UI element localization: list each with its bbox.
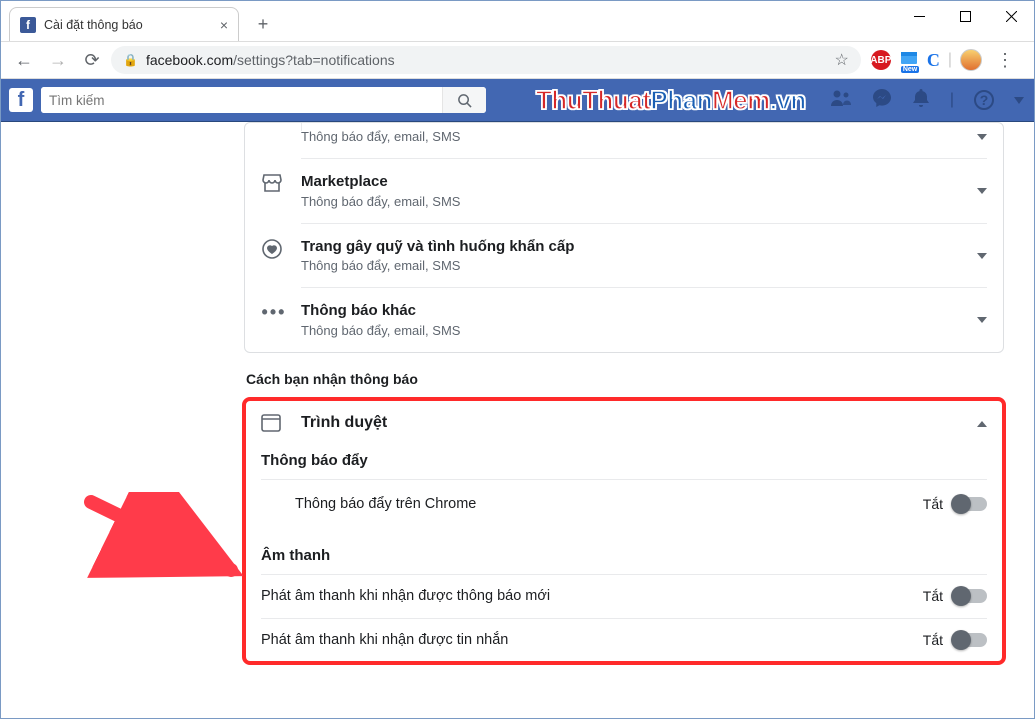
option-label: Phát âm thanh khi nhận được tin nhắn xyxy=(261,632,923,648)
option-label: Thông báo đẩy trên Chrome xyxy=(295,496,923,512)
browser-menu-icon[interactable]: ⋮ xyxy=(990,50,1020,71)
url-text: facebook.com/settings?tab=notifications xyxy=(146,52,827,68)
browser-notifications-card: Trình duyệt Thông báo đẩy Thông báo đẩy … xyxy=(244,399,1004,663)
window-close-button[interactable] xyxy=(988,1,1034,31)
browser-icon xyxy=(261,414,287,432)
option-sound-message: Phát âm thanh khi nhận được tin nhắn Tắt xyxy=(245,618,1003,662)
profile-avatar[interactable] xyxy=(960,49,982,71)
option-state: Tắt xyxy=(923,588,943,604)
window-maximize-button[interactable] xyxy=(942,1,988,31)
facebook-logo[interactable]: f xyxy=(9,88,33,112)
back-button[interactable]: ← xyxy=(9,45,39,75)
extension-c-icon[interactable]: C xyxy=(927,50,940,71)
friend-requests-icon[interactable] xyxy=(830,89,852,112)
forward-button[interactable]: → xyxy=(43,45,73,75)
toggle-switch[interactable] xyxy=(953,497,987,511)
page-content: Thông báo đẩy, email, SMS Marketplace Th… xyxy=(1,122,1034,718)
search-input[interactable] xyxy=(41,87,442,113)
option-chrome-push: Thông báo đẩy trên Chrome Tắt xyxy=(245,479,1003,529)
toggle-switch[interactable] xyxy=(953,589,987,603)
annotation-arrow xyxy=(81,492,261,592)
more-icon: ••• xyxy=(261,302,287,323)
browser-tab[interactable]: f Cài đặt thông báo × xyxy=(9,7,239,41)
row-title: Thông báo khác xyxy=(301,301,977,321)
help-icon[interactable]: ? xyxy=(974,90,994,110)
facebook-favicon: f xyxy=(20,17,36,33)
settings-row-other[interactable]: ••• Thông báo khác Thông báo đẩy, email,… xyxy=(245,287,1003,352)
marketplace-icon xyxy=(261,173,287,193)
row-title: Trang gây quỹ và tình huống khẩn cấp xyxy=(301,237,977,257)
account-dropdown-icon[interactable] xyxy=(1014,97,1024,104)
card-title: Trình duyệt xyxy=(301,414,977,432)
bookmark-star-icon[interactable]: ☆ xyxy=(835,50,849,70)
row-subtitle: Thông báo đẩy, email, SMS xyxy=(301,129,977,144)
chevron-up-icon xyxy=(977,416,987,430)
search-button[interactable] xyxy=(442,87,486,113)
chevron-down-icon xyxy=(977,312,987,326)
facebook-search[interactable] xyxy=(41,87,486,113)
tab-title: Cài đặt thông báo xyxy=(44,18,143,32)
close-tab-icon[interactable]: × xyxy=(220,17,228,33)
row-subtitle: Thông báo đẩy, email, SMS xyxy=(301,194,977,209)
row-subtitle: Thông báo đẩy, email, SMS xyxy=(301,258,977,273)
lock-icon: 🔒 xyxy=(123,53,138,67)
fundraiser-icon xyxy=(261,238,287,260)
adblock-extension-icon[interactable]: ABP xyxy=(871,50,891,70)
extension-icon[interactable]: New xyxy=(899,50,919,70)
browser-toolbar: ← → ⟳ 🔒 facebook.com/settings?tab=notifi… xyxy=(1,41,1034,79)
option-state: Tắt xyxy=(923,632,943,648)
reload-button[interactable]: ⟳ xyxy=(77,45,107,75)
facebook-header: f | ? xyxy=(1,79,1034,122)
settings-row[interactable]: Thông báo đẩy, email, SMS xyxy=(245,123,1003,158)
toggle-switch[interactable] xyxy=(953,633,987,647)
messenger-icon[interactable] xyxy=(872,88,892,113)
option-state: Tắt xyxy=(923,496,943,512)
notification-topics-card: Thông báo đẩy, email, SMS Marketplace Th… xyxy=(244,122,1004,353)
section-header: Cách bạn nhận thông báo xyxy=(246,371,1004,387)
chrome-icon xyxy=(261,493,283,515)
option-label: Phát âm thanh khi nhận được thông báo mớ… xyxy=(261,588,923,604)
notifications-icon[interactable] xyxy=(912,88,930,113)
window-titlebar: f Cài đặt thông báo × + xyxy=(1,1,1034,41)
card-header-browser[interactable]: Trình duyệt xyxy=(245,400,1003,446)
chevron-down-icon xyxy=(977,248,987,262)
settings-row-fundraiser[interactable]: Trang gây quỹ và tình huống khẩn cấp Thô… xyxy=(245,223,1003,288)
window-minimize-button[interactable] xyxy=(896,1,942,31)
chevron-down-icon xyxy=(977,183,987,197)
settings-row-marketplace[interactable]: Marketplace Thông báo đẩy, email, SMS xyxy=(245,158,1003,223)
row-subtitle: Thông báo đẩy, email, SMS xyxy=(301,323,977,338)
subsection-push: Thông báo đẩy xyxy=(245,446,1003,479)
chevron-down-icon xyxy=(977,129,987,143)
new-tab-button[interactable]: + xyxy=(249,10,277,38)
address-bar[interactable]: 🔒 facebook.com/settings?tab=notification… xyxy=(111,46,861,74)
option-sound-notification: Phát âm thanh khi nhận được thông báo mớ… xyxy=(245,574,1003,618)
subsection-sound: Âm thanh xyxy=(245,529,1003,574)
row-title: Marketplace xyxy=(301,172,977,192)
